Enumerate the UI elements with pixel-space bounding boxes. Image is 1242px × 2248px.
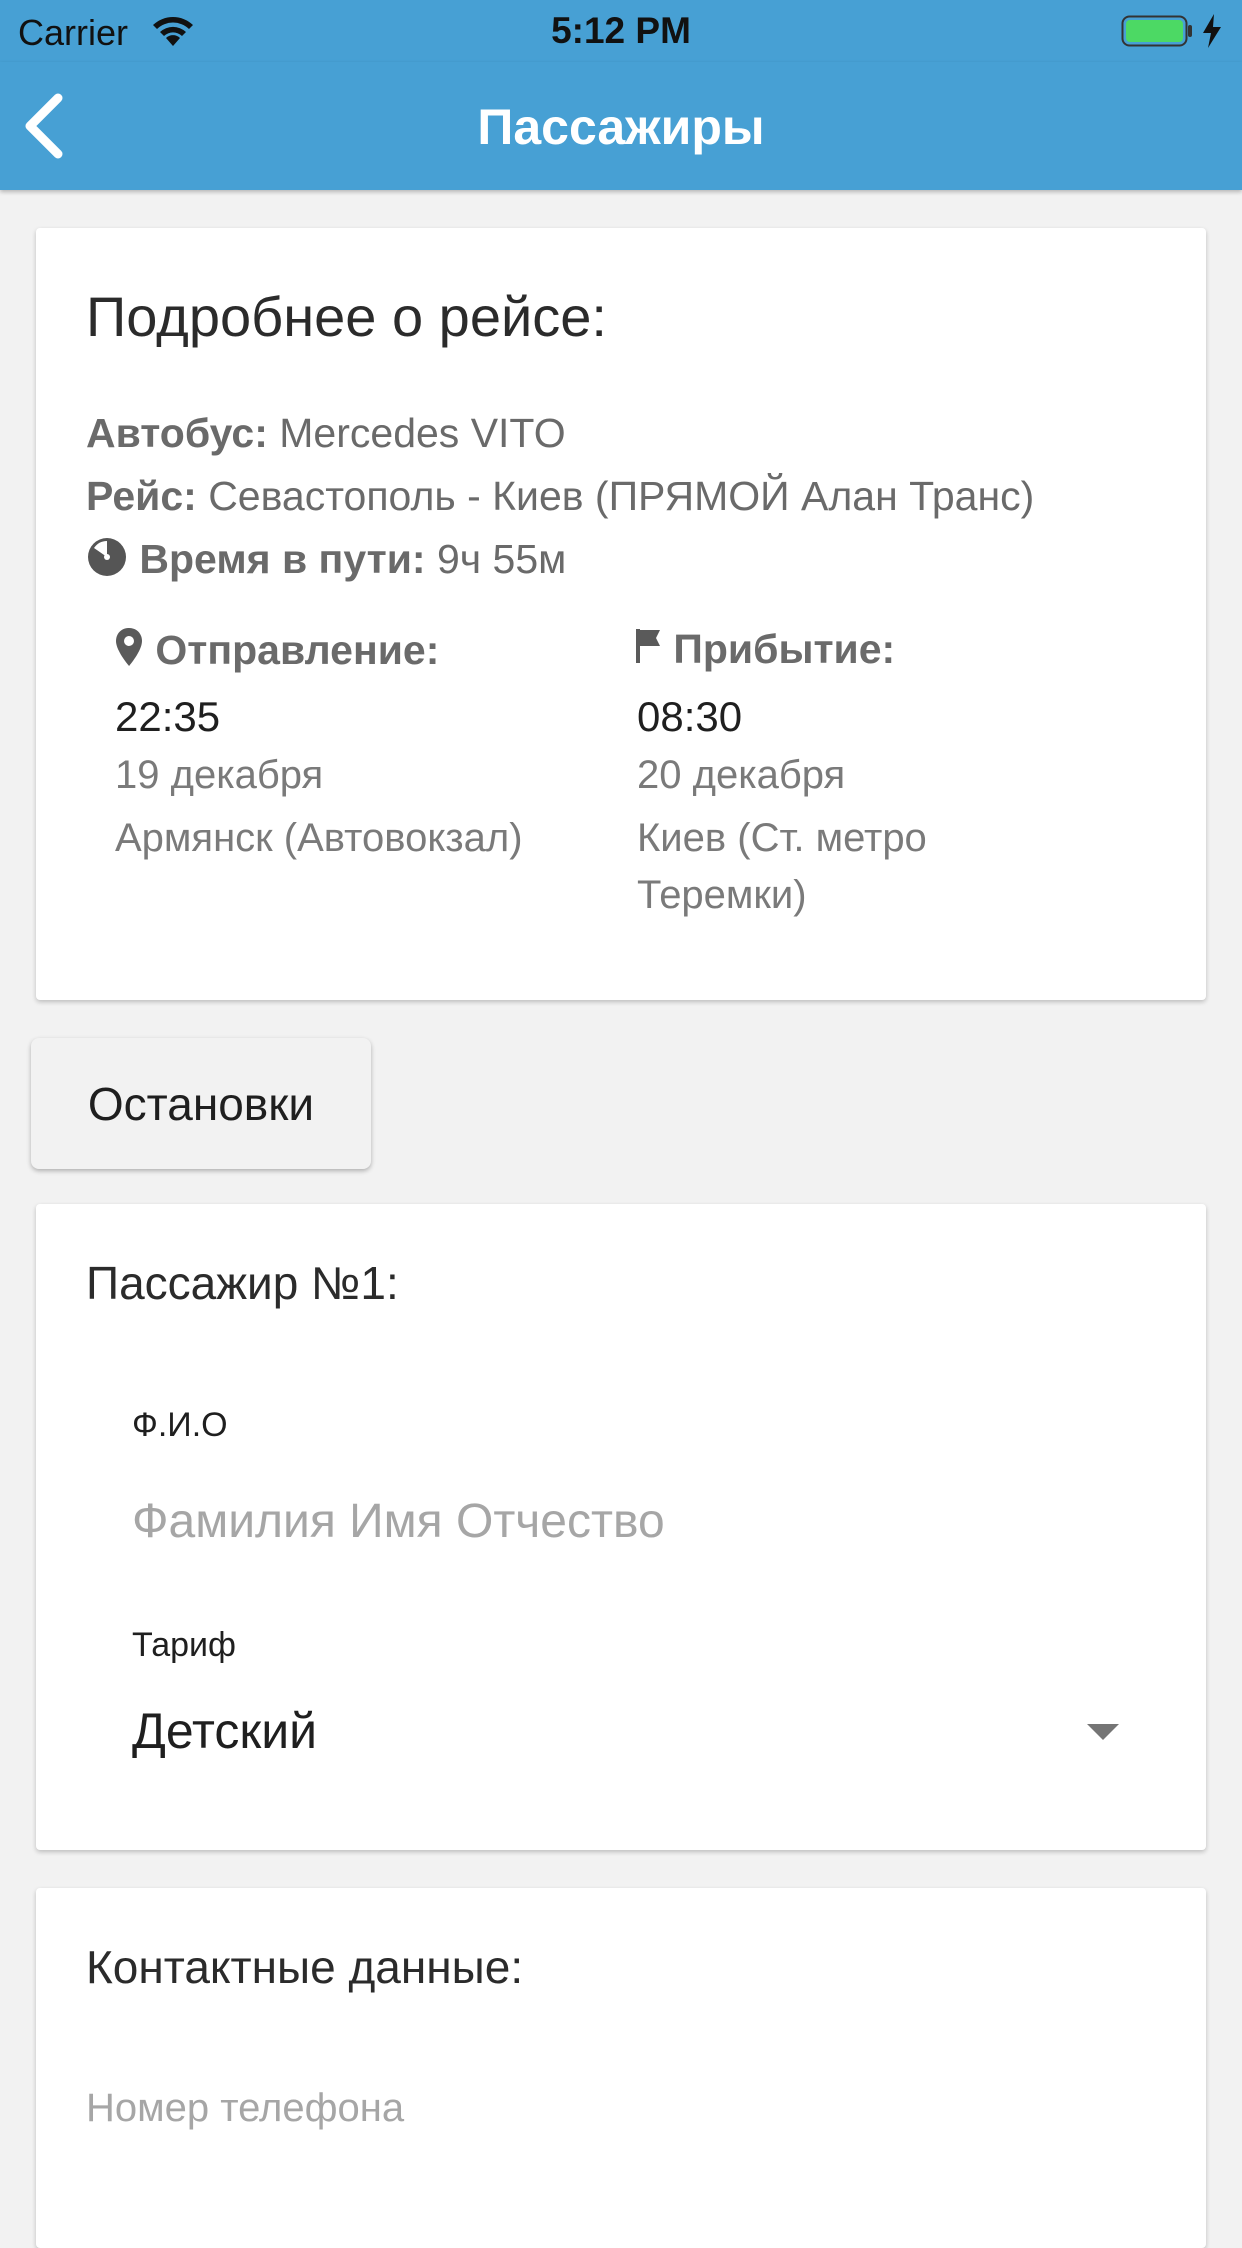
status-bar: Carrier 5:12 PM: [0, 0, 1242, 62]
charging-bolt-icon: [1203, 14, 1221, 48]
arrival-date: 20 декабря: [637, 753, 846, 797]
route-info: Рейс: Севастополь - Киев (ПРЯМОЙ Алан Тр…: [86, 473, 1034, 520]
duration-info: Время в пути: 9ч 55м: [86, 536, 566, 583]
route-label: Рейс:: [86, 473, 197, 519]
arrival-label: Прибытие:: [673, 626, 896, 672]
contacts-card: Контактные данные:: [36, 1888, 1206, 2248]
full-name-input[interactable]: [132, 1488, 1132, 1554]
passenger-title: Пассажир №1:: [86, 1257, 399, 1309]
bus-label: Автобус:: [86, 410, 268, 456]
departure-date: 19 декабря: [115, 753, 324, 797]
battery-icon: [1121, 15, 1192, 47]
clock-icon: [88, 538, 126, 576]
nav-bar: Пассажиры: [0, 62, 1242, 190]
tariff-selected-value: Детский: [132, 1703, 318, 1759]
status-time: 5:12 PM: [551, 10, 691, 51]
chevron-down-icon: [1087, 1724, 1119, 1740]
arrival-label-row: Прибытие:: [634, 626, 895, 673]
departure-time: 22:35: [115, 693, 221, 740]
trip-details-card: Подробнее о рейсе: Автобус: Mercedes VIT…: [36, 228, 1206, 1000]
tariff-field-label: Тариф: [132, 1626, 237, 1664]
passenger-card: Пассажир №1: Ф.И.О Тариф Детский: [36, 1204, 1206, 1850]
route-value: Севастополь - Киев (ПРЯМОЙ Алан Транс): [196, 473, 1035, 519]
page-title: Пассажиры: [477, 99, 765, 155]
flag-icon: [636, 629, 660, 663]
duration-label: Время в пути:: [139, 536, 426, 582]
phone-input[interactable]: [86, 2078, 1146, 2138]
name-field-label: Ф.И.О: [132, 1406, 228, 1444]
bus-value: Mercedes VITO: [267, 410, 566, 456]
stops-button[interactable]: Остановки: [31, 1038, 371, 1169]
bus-info: Автобус: Mercedes VITO: [86, 410, 566, 457]
duration-value: 9ч 55м: [425, 536, 567, 582]
arrival-time: 08:30: [637, 693, 743, 740]
departure-label-row: Отправление:: [114, 626, 439, 674]
arrival-place: Киев (Ст. метро Теремки): [637, 816, 927, 917]
contacts-title: Контактные данные:: [86, 1941, 524, 1993]
map-pin-icon: [116, 628, 142, 666]
departure-place: Армянск (Автовокзал): [115, 816, 523, 860]
trip-details-title: Подробнее о рейсе:: [86, 285, 607, 348]
departure-label: Отправление:: [155, 627, 440, 673]
tariff-select[interactable]: Детский: [132, 1694, 1162, 1774]
